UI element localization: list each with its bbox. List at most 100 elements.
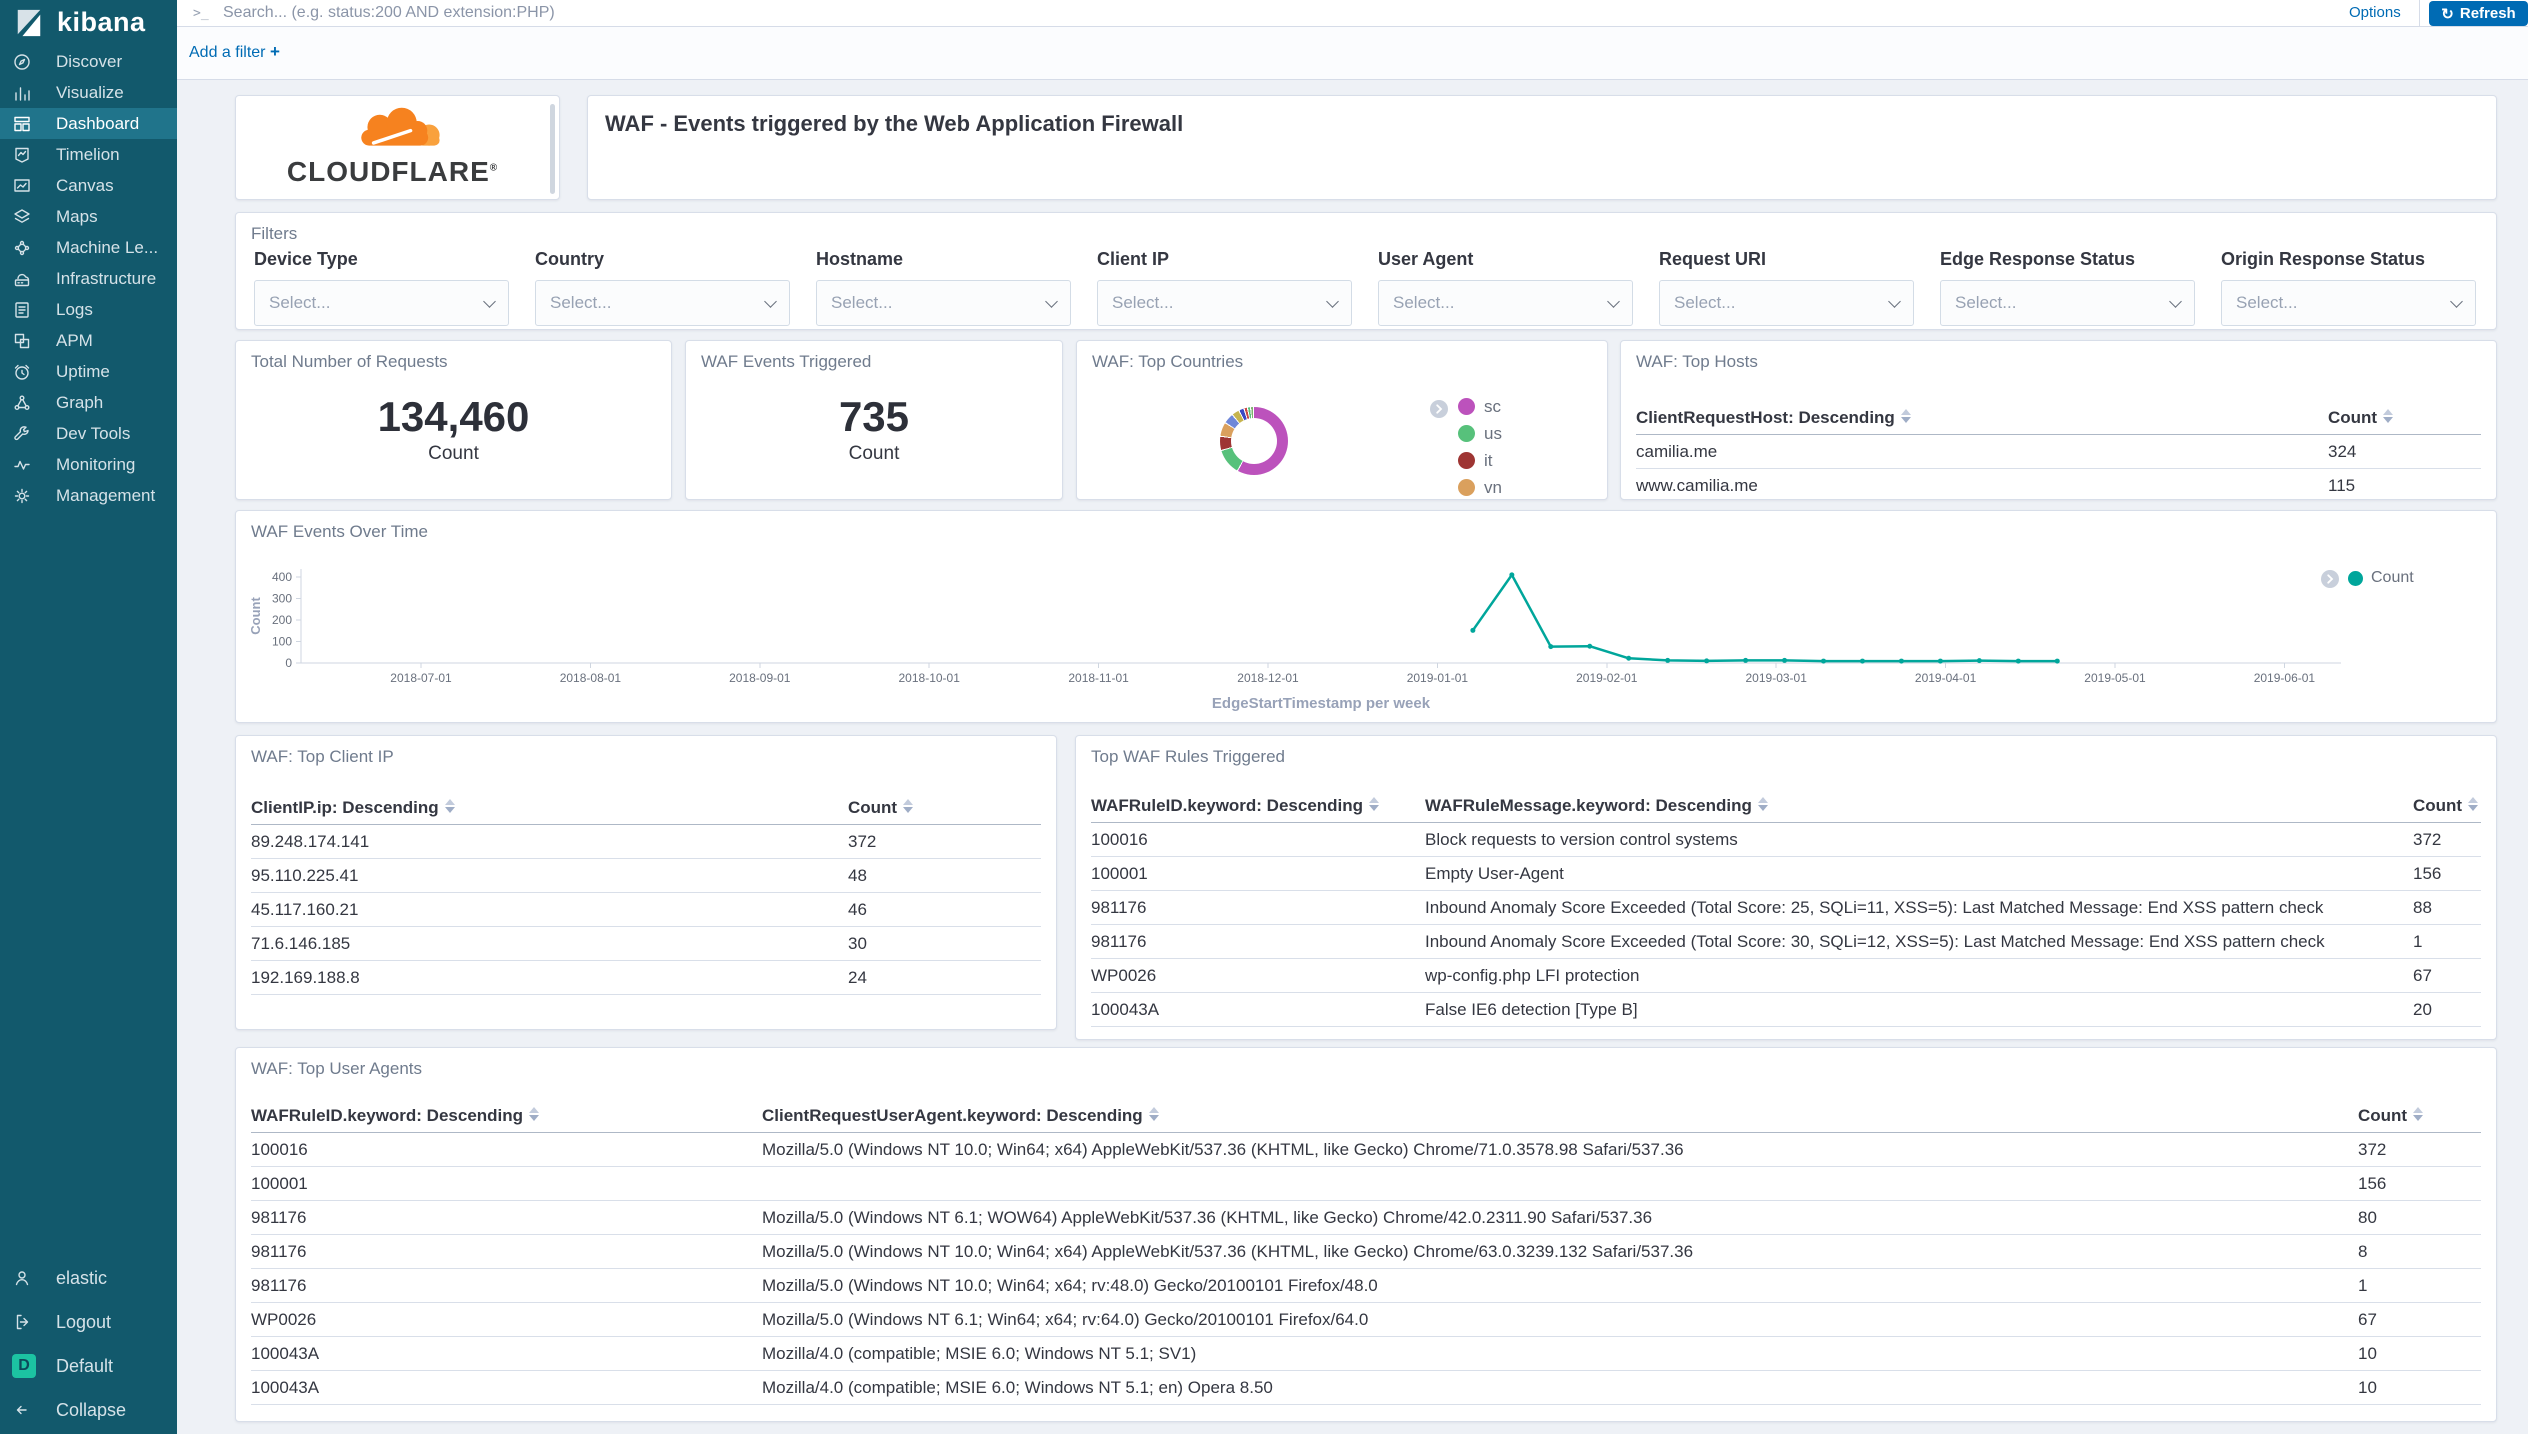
column-header-count[interactable]: Count xyxy=(2413,796,2481,816)
table-cell: 372 xyxy=(848,832,1041,852)
sidebar-item-machine-le[interactable]: Machine Le... xyxy=(0,232,177,263)
countries-legend: scusitvn xyxy=(1458,393,1502,500)
cloudflare-logo-panel: CLOUDFLARE® xyxy=(235,95,560,200)
table-row: camilia.me324 xyxy=(1636,435,2481,469)
svg-text:0: 0 xyxy=(285,656,292,670)
filter-field-origin-response-status: Origin Response StatusSelect... xyxy=(2221,249,2476,326)
panel-title: WAF: Top User Agents xyxy=(251,1059,422,1079)
filter-select-device-type[interactable]: Select... xyxy=(254,280,509,326)
table-cell: 156 xyxy=(2358,1174,2481,1194)
search-input[interactable] xyxy=(223,0,2123,25)
column-header-wafruleid-keyword-descending[interactable]: WAFRuleID.keyword: Descending xyxy=(1091,796,1425,816)
sidebar-item-label: APM xyxy=(56,331,93,351)
column-header-clientip-ip-descending[interactable]: ClientIP.ip: Descending xyxy=(251,798,848,818)
column-header-wafruleid-keyword-descending[interactable]: WAFRuleID.keyword: Descending xyxy=(251,1106,762,1126)
sidebar-item-label: Logs xyxy=(56,300,93,320)
sidebar-item-monitoring[interactable]: Monitoring xyxy=(0,449,177,480)
sidebar-item-infrastructure[interactable]: Infrastructure xyxy=(0,263,177,294)
sidebar-item-collapse[interactable]: Collapse xyxy=(0,1388,177,1432)
sidebar-item-uptime[interactable]: Uptime xyxy=(0,356,177,387)
sidebar-item-timelion[interactable]: Timelion xyxy=(0,139,177,170)
sidebar-item-label: Logout xyxy=(56,1312,111,1333)
sidebar-item-discover[interactable]: Discover xyxy=(0,46,177,77)
table-cell: False IE6 detection [Type B] xyxy=(1425,1000,2413,1020)
panel-title: Filters xyxy=(251,224,297,244)
sidebar-item-elastic[interactable]: elastic xyxy=(0,1256,177,1300)
sidebar-item-graph[interactable]: Graph xyxy=(0,387,177,418)
add-filter-button[interactable]: Add a filter + xyxy=(189,42,280,62)
sidebar-item-management[interactable]: Management xyxy=(0,480,177,511)
sidebar-item-visualize[interactable]: Visualize xyxy=(0,77,177,108)
waf-events-over-time-panel: WAF Events Over Time 01002003004002018-0… xyxy=(235,510,2497,723)
chevron-down-icon xyxy=(2169,295,2182,308)
legend-item-sc[interactable]: sc xyxy=(1458,393,1502,420)
table-row: WP0026Mozilla/5.0 (Windows NT 6.1; Win64… xyxy=(251,1303,2481,1337)
legend-item-vn[interactable]: vn xyxy=(1458,474,1502,500)
sidebar-item-label: Graph xyxy=(56,393,103,413)
sidebar-item-label: Discover xyxy=(56,52,122,72)
table-row: 100043AMozilla/4.0 (compatible; MSIE 6.0… xyxy=(251,1371,2481,1405)
cloudflare-cloud-icon xyxy=(356,102,444,154)
table-cell: 67 xyxy=(2358,1310,2481,1330)
table-row: 45.117.160.2146 xyxy=(251,893,1041,927)
column-header-count[interactable]: Count xyxy=(2358,1106,2481,1126)
filter-select-edge-response-status[interactable]: Select... xyxy=(1940,280,2195,326)
chevron-down-icon xyxy=(764,295,777,308)
logout-icon xyxy=(12,1312,32,1332)
filter-bar: Add a filter + xyxy=(177,27,2528,80)
panel-title: WAF: Top Client IP xyxy=(251,747,394,767)
select-placeholder: Select... xyxy=(1112,293,1173,313)
svg-text:Count: Count xyxy=(248,597,263,635)
maps-icon xyxy=(12,207,32,227)
column-header-clientrequesthost-descending[interactable]: ClientRequestHost: Descending xyxy=(1636,408,2328,428)
metric-unit: Count xyxy=(428,443,479,465)
filter-label: Request URI xyxy=(1659,249,1914,270)
table-cell: 30 xyxy=(848,934,1041,954)
sidebar-item-label: Maps xyxy=(56,207,98,227)
legend-item-it[interactable]: it xyxy=(1458,447,1502,474)
monitoring-icon xyxy=(12,455,32,475)
legend-item-us[interactable]: us xyxy=(1458,420,1502,447)
sidebar-item-label: Canvas xyxy=(56,176,114,196)
column-header-count[interactable]: Count xyxy=(2328,408,2481,428)
panel-scrollbar[interactable] xyxy=(550,104,555,194)
logs-icon xyxy=(12,300,32,320)
legend-expand-icon[interactable] xyxy=(2321,570,2339,588)
refresh-button[interactable]: ↻ Refresh xyxy=(2429,1,2528,26)
table-cell: Empty User-Agent xyxy=(1425,864,2413,884)
options-button[interactable]: Options xyxy=(2349,4,2401,21)
kibana-logo[interactable]: kibana xyxy=(14,7,146,38)
column-header-count[interactable]: Count xyxy=(848,798,1041,818)
sidebar-item-default[interactable]: DDefault xyxy=(0,1344,177,1388)
column-header-wafrulemessage-keyword-descending[interactable]: WAFRuleMessage.keyword: Descending xyxy=(1425,796,2413,816)
filter-select-user-agent[interactable]: Select... xyxy=(1378,280,1633,326)
infrastructure-icon xyxy=(12,269,32,289)
sidebar-item-logs[interactable]: Logs xyxy=(0,294,177,325)
sidebar-item-apm[interactable]: APM xyxy=(0,325,177,356)
table-cell: WP0026 xyxy=(251,1310,762,1330)
legend-item-count[interactable]: Count xyxy=(2348,569,2414,587)
sidebar-item-dev-tools[interactable]: Dev Tools xyxy=(0,418,177,449)
kibana-logo-icon xyxy=(14,8,44,38)
sidebar-item-logout[interactable]: Logout xyxy=(0,1300,177,1344)
table-cell: 100001 xyxy=(251,1174,762,1194)
top-user-agents-table: WAFRuleID.keyword: DescendingClientReque… xyxy=(251,1099,2481,1405)
filter-select-client-ip[interactable]: Select... xyxy=(1097,280,1352,326)
sidebar-item-canvas[interactable]: Canvas xyxy=(0,170,177,201)
filter-select-hostname[interactable]: Select... xyxy=(816,280,1071,326)
table-cell: Mozilla/5.0 (Windows NT 10.0; Win64; x64… xyxy=(762,1242,2358,1262)
table-cell: 372 xyxy=(2358,1140,2481,1160)
table-row: 100001Empty User-Agent156 xyxy=(1091,857,2481,891)
svg-text:2019-05-01: 2019-05-01 xyxy=(2084,671,2146,685)
table-cell: 89.248.174.141 xyxy=(251,832,848,852)
sidebar-item-maps[interactable]: Maps xyxy=(0,201,177,232)
column-header-clientrequestuseragent-keyword-descending[interactable]: ClientRequestUserAgent.keyword: Descendi… xyxy=(762,1106,2358,1126)
filter-select-request-uri[interactable]: Select... xyxy=(1659,280,1914,326)
legend-expand-icon[interactable] xyxy=(1430,400,1448,418)
filter-select-origin-response-status[interactable]: Select... xyxy=(2221,280,2476,326)
filter-select-country[interactable]: Select... xyxy=(535,280,790,326)
top-waf-rules-table: WAFRuleID.keyword: DescendingWAFRuleMess… xyxy=(1091,789,2481,1027)
registered-mark: ® xyxy=(490,163,498,174)
sidebar-item-dashboard[interactable]: Dashboard xyxy=(0,108,177,139)
countries-donut-chart[interactable] xyxy=(1220,407,1288,475)
